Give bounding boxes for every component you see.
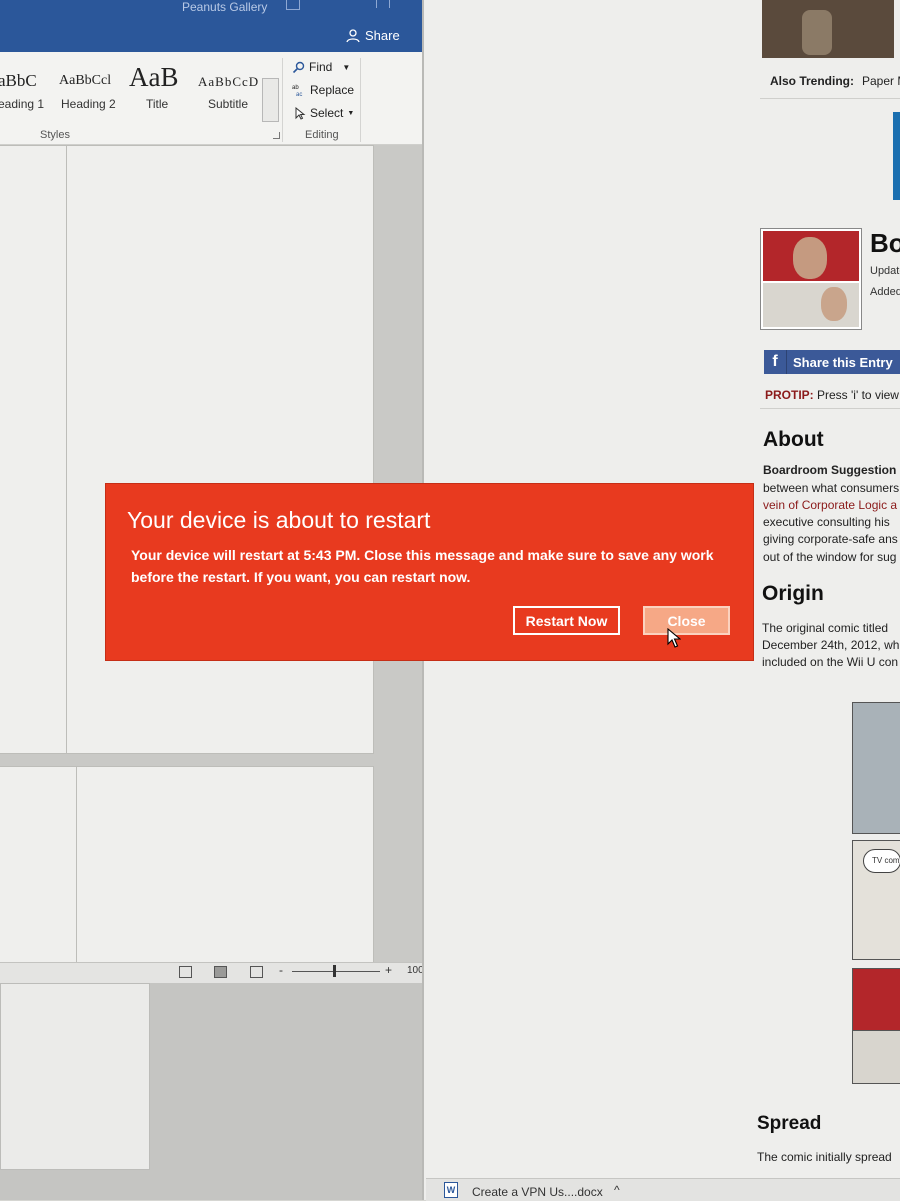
comic-panel: [852, 1030, 900, 1084]
entry-updated: Update: [870, 265, 900, 277]
protip: PROTIP: Press 'i' to view t: [765, 388, 900, 402]
document-title: Peanuts Gallery: [182, 0, 268, 14]
document-page: [0, 983, 150, 1170]
replace-button[interactable]: ab ac Replace: [292, 83, 354, 97]
find-button[interactable]: Find ▼: [292, 60, 350, 74]
about-heading: About: [763, 428, 824, 451]
print-layout-icon[interactable]: [214, 966, 227, 978]
comic-panel: TV com: [852, 840, 900, 960]
about-line: Boardroom Suggestion: [763, 463, 897, 477]
share-button[interactable]: Share: [346, 28, 400, 43]
comic-panel: [852, 702, 900, 834]
style-heading2-sample[interactable]: AaBbCcl: [59, 73, 111, 89]
status-bar: [0, 962, 422, 983]
zoom-slider[interactable]: [292, 971, 380, 972]
editing-group-label: Editing: [305, 129, 339, 141]
ribbon-divider: [282, 58, 283, 142]
origin-line: included on the Wii U con: [762, 655, 899, 669]
close-button[interactable]: Close: [643, 606, 730, 635]
select-button[interactable]: Select ▼: [294, 106, 354, 120]
document-page[interactable]: [0, 145, 68, 754]
style-subtitle-label[interactable]: Subtitle: [208, 97, 248, 111]
replace-label: Replace: [310, 83, 355, 97]
about-line[interactable]: vein of Corporate Logic a: [763, 498, 897, 512]
entry-title: Bo: [870, 228, 900, 258]
about-line: executive consulting his: [763, 515, 890, 529]
comic-panel: [763, 283, 859, 327]
mouse-cursor-icon: [667, 628, 681, 648]
taskbar-preview-area: [0, 983, 422, 1200]
style-subtitle-sample[interactable]: AaBbCcD: [198, 74, 259, 90]
divider: [760, 408, 900, 409]
find-label: Find: [309, 60, 333, 74]
trending-link[interactable]: Paper M: [862, 74, 900, 88]
divider: [760, 98, 900, 99]
about-line: between what consumers: [763, 481, 900, 495]
zoom-slider-thumb[interactable]: [333, 965, 336, 977]
person-icon: [346, 28, 360, 42]
search-icon: [292, 61, 305, 73]
ribbon-divider: [360, 58, 361, 142]
style-heading1-label[interactable]: eading 1: [0, 97, 44, 111]
origin-line: The original comic titled: [762, 621, 889, 635]
styles-gallery-scroll[interactable]: [262, 78, 279, 122]
comic-panel: [852, 968, 900, 1032]
svg-text:ac: ac: [296, 92, 302, 97]
read-mode-icon[interactable]: [179, 966, 192, 978]
protip-label: PROTIP:: [765, 388, 814, 402]
trending-thumbnail[interactable]: [762, 0, 894, 58]
dialog-launcher-icon[interactable]: [273, 132, 280, 139]
spread-line: The comic initially spread: [757, 1150, 892, 1164]
select-label: Select: [310, 106, 344, 120]
style-title-label[interactable]: Title: [146, 97, 168, 111]
share-entry-label: Share this Entry: [793, 354, 893, 370]
chevron-down-icon: ▼: [342, 62, 351, 72]
comic-strip-image[interactable]: TV com: [852, 700, 900, 1085]
protip-text: Press 'i' to view t: [813, 388, 900, 402]
document-page[interactable]: [76, 766, 374, 964]
cursor-arrow-icon: [295, 106, 306, 120]
spread-heading: Spread: [757, 1113, 822, 1134]
download-item[interactable]: Create a VPN Us....docx: [472, 1185, 603, 1199]
entry-thumbnail[interactable]: [760, 228, 862, 330]
about-line: out of the window for sug: [763, 550, 897, 564]
style-heading2-label[interactable]: Heading 2: [61, 97, 116, 111]
ribbon-display-icon[interactable]: [286, 0, 300, 10]
web-layout-icon[interactable]: [250, 966, 263, 978]
zoom-out-button[interactable]: -: [279, 963, 283, 977]
style-heading1-sample[interactable]: aBbC: [0, 71, 37, 91]
notification-body: Your device will restart at 5:43 PM. Clo…: [131, 547, 714, 585]
document-page[interactable]: [66, 145, 374, 754]
facebook-icon: f: [764, 350, 787, 374]
origin-line: December 24th, 2012, wh: [762, 638, 900, 652]
facebook-share-button[interactable]: f Share this Entry: [764, 350, 900, 374]
speech-bubble: TV com: [863, 849, 900, 873]
banner-ad[interactable]: [893, 112, 900, 200]
notification-title: Your device is about to restart: [127, 507, 431, 533]
document-page[interactable]: [0, 766, 78, 964]
chevron-up-icon[interactable]: ^: [614, 1183, 620, 1197]
origin-heading: Origin: [762, 582, 824, 605]
entry-added: Added: [870, 286, 900, 298]
about-line: giving corporate-safe ans: [763, 532, 898, 546]
restore-icon[interactable]: [376, 0, 390, 8]
zoom-in-button[interactable]: +: [385, 963, 392, 977]
also-trending-label: Also Trending:: [770, 74, 854, 88]
replace-icon: abac: [292, 85, 302, 97]
share-label: Share: [365, 28, 400, 43]
svg-text:ab: ab: [292, 85, 299, 91]
word-doc-icon[interactable]: W: [444, 1182, 458, 1198]
restart-now-button[interactable]: Restart Now: [513, 606, 620, 635]
comic-panel: [763, 231, 859, 281]
chevron-down-icon: ▼: [347, 109, 355, 117]
style-title-sample[interactable]: AaB: [129, 62, 179, 93]
styles-group-label: Styles: [40, 129, 70, 141]
word-titlebar: Peanuts Gallery Share: [0, 0, 422, 52]
